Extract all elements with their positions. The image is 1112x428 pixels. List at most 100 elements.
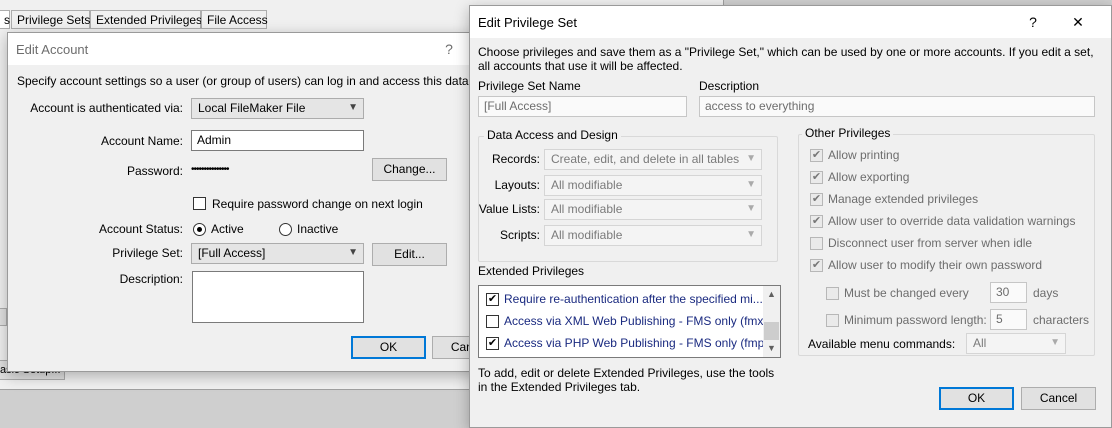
privilege-set-label: Privilege Set: [112, 246, 183, 260]
extended-privilege-label: Access via PHP Web Publishing - FMS only… [504, 336, 775, 350]
scrollbar-thumb[interactable] [764, 322, 779, 340]
override-validation-label: Allow user to override data validation w… [828, 214, 1076, 228]
change-password-button[interactable]: Change... [372, 158, 447, 181]
allow-printing-checkbox[interactable]: ✔ [810, 149, 823, 162]
modify-password-checkbox[interactable]: ✔ [810, 259, 823, 272]
account-ok-button[interactable]: OK [351, 336, 426, 359]
account-name-label: Account Name: [100, 134, 183, 148]
chevron-down-icon: ▼ [746, 153, 756, 164]
chevron-down-icon: ▼ [1050, 337, 1060, 348]
privilege-set-value: [Full Access] [198, 246, 266, 260]
edit-privilege-set-dialog: Edit Privilege Set ? ✕ Choose privileges… [469, 5, 1112, 428]
chevron-down-icon: ▼ [746, 203, 756, 214]
min-length-field[interactable]: 5 [990, 309, 1027, 330]
manage-extended-label: Manage extended privileges [828, 192, 979, 206]
min-length-unit: characters [1033, 313, 1090, 327]
value-lists-label: Value Lists: [478, 202, 540, 216]
modify-password-label: Allow user to modify their own password [828, 258, 1043, 272]
allow-exporting-label: Allow exporting [828, 170, 910, 184]
edit-account-dialog: Edit Account ? Specify account settings … [7, 32, 507, 372]
privilege-set-titlebar: Edit Privilege Set ? ✕ [470, 6, 1111, 38]
extended-privilege-checkbox[interactable] [486, 315, 499, 328]
extended-privilege-label: Access via XML Web Publishing - FMS only… [504, 314, 781, 328]
must-change-days-field[interactable]: 30 [990, 282, 1027, 303]
layouts-label: Layouts: [494, 178, 540, 192]
account-intro-text: Specify account settings so a user (or g… [17, 74, 477, 88]
chevron-down-icon: ▼ [348, 247, 358, 258]
scripts-value: All modifiable [551, 228, 623, 242]
records-value: Create, edit, and delete in all tables [551, 152, 740, 166]
extended-privilege-checkbox[interactable]: ✔ [486, 337, 499, 350]
scroll-down-icon[interactable]: ▼ [763, 340, 780, 357]
privilege-intro-text: Choose privileges and save them as a "Pr… [478, 45, 1094, 73]
help-icon[interactable]: ? [438, 39, 460, 59]
dialog-title: Edit Account [16, 42, 89, 57]
scroll-up-icon[interactable]: ▲ [763, 286, 780, 303]
tab-privilege-sets[interactable]: Privilege Sets [11, 10, 90, 29]
auth-type-select[interactable]: Local FileMaker File ▼ [191, 98, 364, 119]
account-status-label: Account Status: [98, 222, 183, 236]
chevron-down-icon: ▼ [746, 179, 756, 190]
available-menu-label: Available menu commands: [808, 337, 956, 351]
privilege-set-name-label: Privilege Set Name [478, 79, 581, 93]
extended-privileges-list[interactable]: ✔ Require re-authentication after the sp… [478, 285, 781, 358]
edit-privilege-set-button[interactable]: Edit... [372, 243, 447, 266]
account-name-field[interactable]: Admin [191, 130, 364, 151]
require-change-checkbox[interactable] [193, 197, 206, 210]
layouts-value: All modifiable [551, 178, 623, 192]
records-select[interactable]: Create, edit, and delete in all tables ▼ [544, 149, 762, 170]
extended-privileges-footnote: To add, edit or delete Extended Privileg… [478, 366, 775, 394]
extended-privilege-checkbox[interactable]: ✔ [486, 293, 499, 306]
allow-exporting-checkbox[interactable]: ✔ [810, 171, 823, 184]
status-active-radio[interactable] [193, 223, 206, 236]
chevron-down-icon: ▼ [348, 102, 358, 113]
must-change-label: Must be changed every [844, 286, 969, 300]
password-field[interactable]: ••••••••••••••• [191, 164, 230, 175]
disconnect-idle-checkbox[interactable] [810, 237, 823, 250]
dialog-title: Edit Privilege Set [478, 15, 577, 30]
must-change-unit: days [1033, 286, 1059, 300]
tab-file-access[interactable]: File Access [201, 10, 268, 29]
privilege-set-name-field[interactable]: [Full Access] [478, 96, 687, 117]
data-access-title: Data Access and Design [484, 128, 621, 142]
status-inactive-label: Inactive [297, 222, 339, 236]
auth-type-value: Local FileMaker File [198, 101, 306, 115]
status-inactive-radio[interactable] [279, 223, 292, 236]
tab-accounts[interactable]: s [0, 10, 10, 29]
manage-extended-checkbox[interactable]: ✔ [810, 193, 823, 206]
password-label: Password: [126, 164, 183, 178]
extended-privileges-title: Extended Privileges [478, 264, 585, 278]
must-change-checkbox[interactable] [826, 287, 839, 300]
min-length-label: Minimum password length: [844, 313, 987, 327]
privilege-description-field[interactable]: access to everything [699, 96, 1095, 117]
require-change-label: Require password change on next login [212, 197, 423, 211]
layouts-select[interactable]: All modifiable ▼ [544, 175, 762, 196]
chevron-down-icon: ▼ [746, 229, 756, 240]
privilege-ok-button[interactable]: OK [939, 387, 1014, 410]
privilege-set-select[interactable]: [Full Access] ▼ [191, 243, 364, 264]
disconnect-idle-label: Disconnect user from server when idle [828, 236, 1033, 250]
available-menu-select[interactable]: All ▼ [966, 333, 1066, 354]
available-menu-value: All [973, 336, 987, 350]
privilege-cancel-button[interactable]: Cancel [1021, 387, 1096, 410]
value-lists-select[interactable]: All modifiable ▼ [544, 199, 762, 220]
description-textarea[interactable] [192, 271, 364, 323]
value-lists-value: All modifiable [551, 202, 623, 216]
extended-privilege-label: Require re-authentication after the spec… [504, 292, 763, 306]
min-length-checkbox[interactable] [826, 314, 839, 327]
override-validation-checkbox[interactable]: ✔ [810, 215, 823, 228]
other-privileges-title: Other Privileges [802, 126, 894, 140]
edit-account-titlebar: Edit Account ? [8, 33, 476, 65]
allow-printing-label: Allow printing [828, 148, 900, 162]
list-scrollbar[interactable]: ▲ ▼ [763, 286, 780, 357]
help-icon[interactable]: ? [1022, 12, 1044, 32]
tab-extended-privileges[interactable]: Extended Privileges [90, 10, 202, 29]
description-label: Description: [119, 272, 183, 286]
background-edge-button[interactable] [0, 308, 7, 326]
records-label: Records: [491, 152, 540, 166]
privilege-description-label: Description [699, 79, 760, 93]
scripts-select[interactable]: All modifiable ▼ [544, 225, 762, 246]
status-active-label: Active [211, 222, 244, 236]
scripts-label: Scripts: [499, 228, 540, 242]
close-icon[interactable]: ✕ [1067, 12, 1089, 32]
